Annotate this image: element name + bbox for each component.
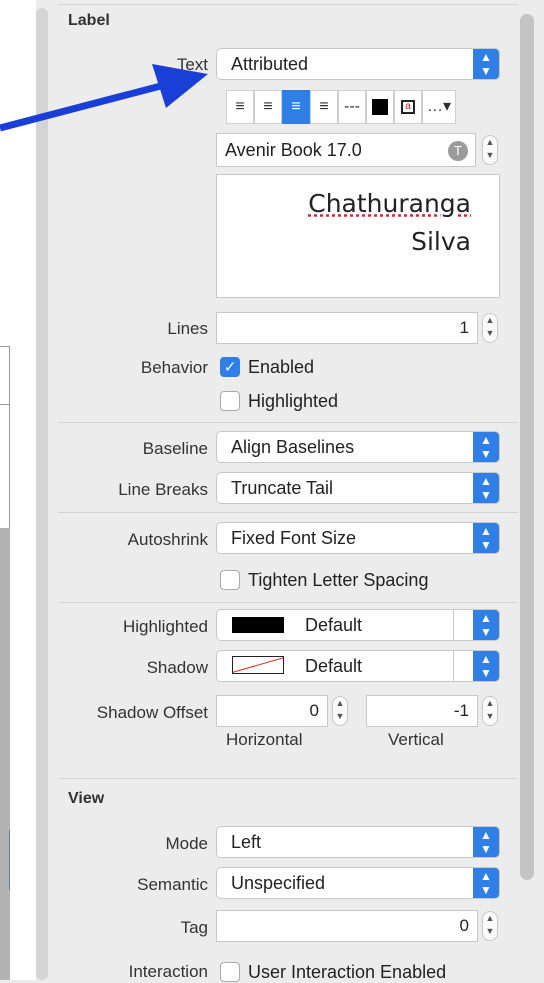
left-canvas-strip [0,0,36,980]
alignment-bar: ≡ ≡ ≡ ≡ --- a …▾ [216,90,500,124]
preview-line1: Chathuranga [308,189,471,218]
shadow-offset-label: Shadow Offset [96,703,208,722]
shadow-horizontal-value: 0 [309,701,319,720]
horizontal-label: Horizontal [226,730,303,749]
semantic-label: Semantic [137,875,208,894]
section-divider [58,778,518,779]
lines-value: 1 [459,318,469,337]
divider [58,602,518,603]
top-divider [58,4,518,5]
swatch-divider [453,610,454,640]
mode-label: Mode [165,834,208,853]
text-label: Text [176,55,208,74]
popup-arrows-icon: ▲ ▼ [473,523,499,553]
tighten-checkbox[interactable] [220,570,240,590]
lines-field[interactable]: 1 [216,312,478,344]
black-color-swatch [232,617,284,633]
align-center-icon[interactable]: ≡ [254,90,282,124]
shadow-vertical-field[interactable]: -1 [366,695,478,727]
no-color-swatch [232,656,284,674]
dashes-icon[interactable]: --- [338,90,366,124]
shadow-color-value: Default [305,656,363,676]
background-icon[interactable]: a [394,90,422,124]
highlighted-color-label: Highlighted [122,617,208,636]
baseline-label: Baseline [142,439,208,458]
shadow-vertical-value: -1 [453,701,469,720]
popup-arrows-icon: ▲ ▼ [473,49,499,79]
highlighted-check-label: Highlighted [248,391,339,411]
mode-value: Left [231,832,262,852]
semantic-popup[interactable]: Unspecified ▲ ▼ [216,867,500,899]
behavior-label: Behavior [140,358,208,377]
popup-arrows-icon: ▲ ▼ [473,610,499,640]
color-swatch-icon[interactable] [366,90,394,124]
horizontal-stepper[interactable]: ▲ ▼ [332,696,348,726]
popup-arrows-icon: ▲ ▼ [473,827,499,857]
label-section-title: Label [68,12,110,29]
more-icon[interactable]: …▾ [422,90,456,124]
semantic-value: Unspecified [231,873,326,893]
text-type-popup[interactable]: Attributed ▲ ▼ [216,48,500,80]
preview-line2: Silva [411,227,471,256]
vertical-stepper[interactable]: ▲ ▼ [482,696,498,726]
font-value: Avenir Book 17.0 [225,140,362,160]
baseline-popup[interactable]: Align Baselines ▲ ▼ [216,431,500,463]
linebreaks-label: Line Breaks [118,480,208,499]
font-field[interactable]: Avenir Book 17.0 [216,133,476,167]
linebreaks-value: Truncate Tail [231,478,334,498]
tighten-label: Tighten Letter Spacing [248,570,429,590]
lines-stepper[interactable]: ▲ ▼ [482,313,498,343]
align-right-icon[interactable]: ≡ [282,90,310,124]
baseline-value: Align Baselines [231,437,355,457]
attributes-inspector: Label Text Attributed ▲ ▼ ≡ ≡ ≡ ≡ --- a …… [58,0,518,982]
enabled-checkbox[interactable]: ✓ [220,357,240,377]
popup-arrows-icon: ▲ ▼ [473,651,499,681]
popup-arrows-icon: ▲ ▼ [473,473,499,503]
font-size-stepper[interactable]: ▲ ▼ [482,135,498,165]
tag-value: 0 [459,916,469,935]
canvas-gray-area [0,528,10,980]
vertical-label: Vertical [388,730,444,749]
left-scrollbar[interactable] [36,8,48,980]
inspector-scrollbar[interactable] [520,14,534,880]
tag-field[interactable]: 0 [216,910,478,942]
tag-stepper[interactable]: ▲ ▼ [482,911,498,941]
view-section-title: View [68,790,105,807]
highlighted-checkbox[interactable] [220,391,240,411]
enabled-label: Enabled [248,357,315,377]
highlighted-color-value: Default [305,615,363,635]
tag-label: Tag [180,918,208,937]
shadow-label: Shadow [146,658,208,677]
attributed-text-preview[interactable]: Chathuranga Silva [216,174,500,298]
autoshrink-label: Autoshrink [127,530,208,549]
mode-popup[interactable]: Left ▲ ▼ [216,826,500,858]
align-justify-icon[interactable]: ≡ [310,90,338,124]
shadow-horizontal-field[interactable]: 0 [216,695,328,727]
constraint-indicator [0,830,10,890]
autoshrink-value: Fixed Font Size [231,528,357,548]
canvas-divider [0,404,10,405]
popup-arrows-icon: ▲ ▼ [473,432,499,462]
divider [58,512,518,513]
interaction-label: Interaction [128,962,208,981]
font-picker-icon[interactable]: T [448,141,468,161]
divider [58,422,518,423]
lines-label: Lines [167,319,208,338]
text-type-value: Attributed [231,54,309,74]
linebreaks-popup[interactable]: Truncate Tail ▲ ▼ [216,472,500,504]
popup-arrows-icon: ▲ ▼ [473,868,499,898]
slash-icon [233,657,283,673]
user-interaction-checkbox[interactable] [220,962,240,982]
autoshrink-popup[interactable]: Fixed Font Size ▲ ▼ [216,522,500,554]
align-left-icon[interactable]: ≡ [226,90,254,124]
swatch-divider [453,651,454,681]
